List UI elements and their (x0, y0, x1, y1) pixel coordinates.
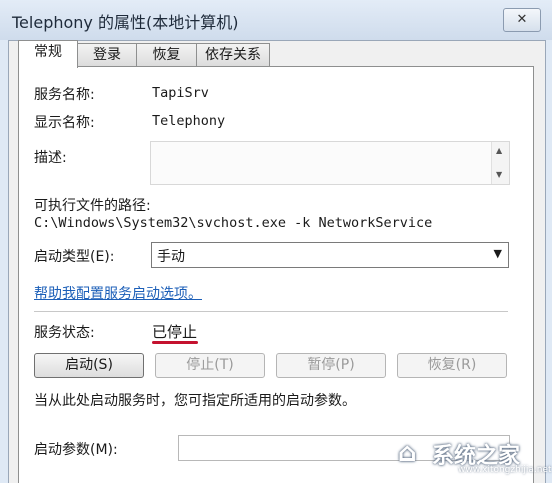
description-label: 描述: (34, 150, 67, 166)
divider (34, 311, 508, 312)
help-link[interactable]: 帮助我配置服务启动选项。 (34, 283, 202, 303)
resume-button[interactable]: 恢复(R) (397, 353, 507, 378)
description-scrollbar[interactable]: ▲ ▼ (491, 142, 509, 184)
title-bar: Telephony 的属性(本地计算机) ✕ (0, 0, 552, 40)
startup-type-select[interactable]: 手动 ▼ (151, 242, 509, 268)
status-label: 服务状态: (34, 325, 95, 341)
params-hint: 当从此处启动服务时，您可指定所适用的启动参数。 (34, 393, 356, 409)
startup-type-value: 手动 (157, 249, 185, 265)
chevron-down-icon[interactable]: ▼ (494, 247, 502, 260)
tab-logon[interactable]: 登录 (77, 43, 137, 66)
watermark-logo: ⌂ 系统之家 www.xitongzhijia.net (398, 432, 552, 478)
scroll-up-icon[interactable]: ▲ (496, 146, 502, 155)
params-label: 启动参数(M): (34, 442, 118, 458)
startup-type-label: 启动类型(E): (34, 249, 115, 265)
stop-button[interactable]: 停止(T) (155, 353, 265, 378)
close-button[interactable]: ✕ (503, 8, 541, 32)
pause-button[interactable]: 暂停(P) (276, 353, 386, 378)
status-highlight-underline (152, 341, 198, 344)
description-field[interactable]: ▲ ▼ (150, 141, 510, 185)
tab-dependencies[interactable]: 依存关系 (196, 43, 270, 66)
path-value: C:\Windows\System32\svchost.exe -k Netwo… (34, 215, 433, 231)
display-name-label: 显示名称: (34, 115, 95, 131)
window-title: Telephony 的属性(本地计算机) (12, 13, 239, 32)
display-name-value: Telephony (152, 113, 226, 129)
watermark-url: www.xitongzhijia.net (458, 465, 552, 475)
service-name-value: TapiSrv (152, 85, 209, 101)
status-value: 已停止 (152, 323, 198, 341)
general-panel (18, 66, 534, 483)
tab-recovery[interactable]: 恢复 (136, 43, 197, 66)
house-icon: ⌂ (398, 438, 417, 468)
tab-general[interactable]: 常规 (18, 40, 78, 68)
path-label: 可执行文件的路径: (34, 198, 151, 214)
start-button[interactable]: 启动(S) (34, 353, 144, 378)
scroll-down-icon[interactable]: ▼ (496, 170, 502, 179)
service-name-label: 服务名称: (34, 87, 95, 103)
